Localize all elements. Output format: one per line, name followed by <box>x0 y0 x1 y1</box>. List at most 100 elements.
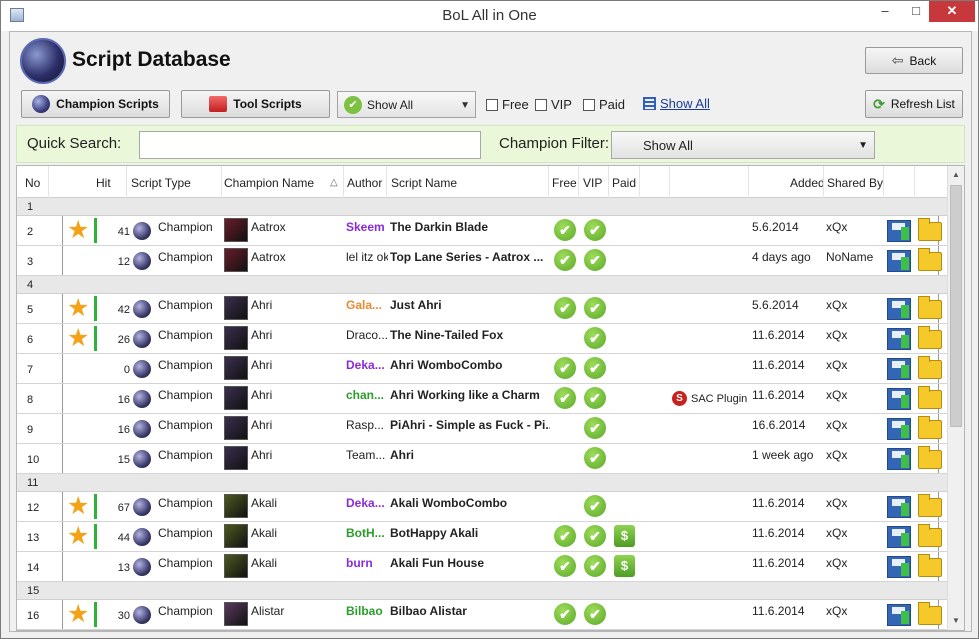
download-save-icon[interactable] <box>887 418 911 440</box>
row-content[interactable]: 0 Champion Ahri Deka... Ahri WomboCombo ✔ ✔ 11.… <box>62 354 942 383</box>
row-content[interactable]: ★ 41 Champion Aatrox Skeem The Darkin Blade ✔ ✔… <box>62 216 942 245</box>
download-save-icon[interactable] <box>887 220 911 242</box>
col-header-script-type[interactable]: Script Type <box>131 176 191 190</box>
row-content[interactable]: ★ 26 Champion Ahri Draco... The Nine-Tailed F… <box>62 324 942 353</box>
champion-filter-dropdown[interactable]: Show All ▼ <box>611 131 875 159</box>
open-folder-icon[interactable] <box>918 386 942 409</box>
tool-scripts-button[interactable]: Tool Scripts <box>181 90 330 118</box>
star-icon[interactable]: ★ <box>67 326 89 351</box>
group-row[interactable]: 11 <box>17 474 947 492</box>
minimize-button[interactable]: – <box>867 1 903 22</box>
row-content[interactable]: 16 Champion Ahri chan... Ahri Working like a… <box>62 384 942 413</box>
table-row[interactable]: 12 ★ 67 Champion Akali Deka... Akali WomboComb… <box>17 492 947 522</box>
open-folder-icon[interactable] <box>918 602 942 625</box>
row-content[interactable]: ★ 42 Champion Ahri Gala... Just Ahri ✔ ✔ 5.6.201… <box>62 294 942 323</box>
col-header-free[interactable]: Free <box>552 176 577 190</box>
star-icon[interactable]: ★ <box>67 296 89 321</box>
open-folder-icon[interactable] <box>918 554 942 577</box>
row-content[interactable]: 13 Champion Akali burn Akali Fun House ✔ ✔ $11.… <box>62 552 942 581</box>
group-row[interactable]: 4 <box>17 276 947 294</box>
close-button[interactable]: ✕ <box>929 1 975 22</box>
free-checkbox-box[interactable] <box>486 98 498 111</box>
show-all-link[interactable]: Show All <box>643 96 710 111</box>
col-header-script-name[interactable]: Script Name <box>391 176 457 190</box>
table-row[interactable]: 8 16 Champion Ahri chan... Ahri Working like … <box>17 384 947 414</box>
scrollbar-thumb[interactable] <box>950 185 962 427</box>
col-header-vip[interactable]: VIP <box>583 176 602 190</box>
download-save-icon[interactable] <box>887 388 911 410</box>
champion-scripts-button[interactable]: Champion Scripts <box>21 90 170 118</box>
open-folder-icon[interactable] <box>918 218 942 241</box>
col-header-added[interactable]: Added <box>790 176 825 190</box>
row-content[interactable]: 16 Champion Ahri Rasp... PiAhri - Simple as … <box>62 414 942 443</box>
open-folder-icon[interactable] <box>918 494 942 517</box>
table-row[interactable]: 16 ★ 30 Champion Alistar Bilbao Bilbao Alistar… <box>17 600 947 630</box>
table-row[interactable]: 13 ★ 44 Champion Akali BotH... BotHappy Akali ✔… <box>17 522 947 552</box>
row-content[interactable]: ★ 44 Champion Akali BotH... BotHappy Akali ✔ ✔ $… <box>62 522 942 551</box>
open-folder-icon[interactable] <box>918 416 942 439</box>
download-save-icon[interactable] <box>887 250 911 272</box>
star-icon[interactable]: ★ <box>67 494 89 519</box>
open-folder-icon[interactable] <box>918 446 942 469</box>
script-type: Champion <box>158 496 213 510</box>
col-header-champion-name[interactable]: Champion Name <box>224 176 314 190</box>
paid-checkbox-box[interactable] <box>583 98 595 111</box>
group-row[interactable]: 1 <box>17 198 947 216</box>
open-folder-icon[interactable] <box>918 356 942 379</box>
row-number-cell: 12 <box>17 492 62 521</box>
col-header-hit[interactable]: Hit <box>96 176 111 190</box>
added-date: 4 days ago <box>752 250 811 264</box>
vertical-scrollbar[interactable]: ▲ ▼ <box>947 166 964 630</box>
row-number: 12 <box>27 502 40 514</box>
script-type: Champion <box>158 250 213 264</box>
sort-ascending-icon: △ <box>330 177 338 188</box>
table-row[interactable]: 9 16 Champion Ahri Rasp... PiAhri - Simple as… <box>17 414 947 444</box>
table-row[interactable]: 6 ★ 26 Champion Ahri Draco... The Nine-Tailed … <box>17 324 947 354</box>
col-header-author[interactable]: Author <box>347 176 382 190</box>
row-content[interactable]: 15 Champion Ahri Team... Ahri ✔ 1 week ago xQx <box>62 444 942 473</box>
open-folder-icon[interactable] <box>918 326 942 349</box>
script-type: Champion <box>158 298 213 312</box>
download-save-icon[interactable] <box>887 496 911 518</box>
free-checkbox[interactable]: Free <box>486 97 529 112</box>
refresh-list-button[interactable]: ⟳ Refresh List <box>865 90 963 118</box>
row-content[interactable]: ★ 67 Champion Akali Deka... Akali WomboCombo ✔… <box>62 492 942 521</box>
download-save-icon[interactable] <box>887 448 911 470</box>
col-header-paid[interactable]: Paid <box>612 176 636 190</box>
col-header-no[interactable]: No <box>25 176 40 190</box>
quick-search-input[interactable] <box>139 131 481 159</box>
champion-name: Akali <box>251 496 278 510</box>
download-save-icon[interactable] <box>887 358 911 380</box>
table-row[interactable]: 3 12 Champion Aatrox lel itz ok Top Lane Seri… <box>17 246 947 276</box>
vip-checkbox-box[interactable] <box>535 98 547 111</box>
script-price-filter-dropdown[interactable]: ✔ Show All ▼ <box>337 91 476 118</box>
table-row[interactable]: 7 0 Champion Ahri Deka... Ahri WomboCombo ✔ ✔ 11… <box>17 354 947 384</box>
row-content[interactable]: ★ 30 Champion Alistar Bilbao Bilbao Alistar ✔ ✔… <box>62 600 942 629</box>
scroll-up-icon[interactable]: ▲ <box>948 166 964 183</box>
download-save-icon[interactable] <box>887 604 911 626</box>
added-date: 16.6.2014 <box>752 418 806 432</box>
star-icon[interactable]: ★ <box>67 524 89 549</box>
back-button[interactable]: ⇦ Back <box>865 47 963 74</box>
table-row[interactable]: 10 15 Champion Ahri Team... Ahri ✔ 1 week ago xQ… <box>17 444 947 474</box>
open-folder-icon[interactable] <box>918 248 942 271</box>
download-save-icon[interactable] <box>887 556 911 578</box>
download-save-icon[interactable] <box>887 298 911 320</box>
scroll-down-icon[interactable]: ▼ <box>948 612 964 629</box>
download-save-icon[interactable] <box>887 328 911 350</box>
row-content[interactable]: 12 Champion Aatrox lel itz ok Top Lane Serie… <box>62 246 942 275</box>
open-folder-icon[interactable] <box>918 296 942 319</box>
table-row[interactable]: 14 13 Champion Akali burn Akali Fun House ✔ ✔ $1… <box>17 552 947 582</box>
open-folder-icon[interactable] <box>918 524 942 547</box>
group-row[interactable]: 15 <box>17 582 947 600</box>
table-row[interactable]: 5 ★ 42 Champion Ahri Gala... Just Ahri ✔ ✔ 5.6.20… <box>17 294 947 324</box>
col-header-shared-by[interactable]: Shared By <box>827 176 883 190</box>
vip-checkbox[interactable]: VIP <box>535 97 572 112</box>
maximize-button[interactable]: □ <box>903 1 929 22</box>
download-save-icon[interactable] <box>887 526 911 548</box>
row-number: 14 <box>27 562 40 574</box>
table-row[interactable]: 2 ★ 41 Champion Aatrox Skeem The Darkin Blade ✔… <box>17 216 947 246</box>
paid-checkbox[interactable]: Paid <box>583 97 625 112</box>
star-icon[interactable]: ★ <box>67 602 89 627</box>
star-icon[interactable]: ★ <box>67 218 89 243</box>
